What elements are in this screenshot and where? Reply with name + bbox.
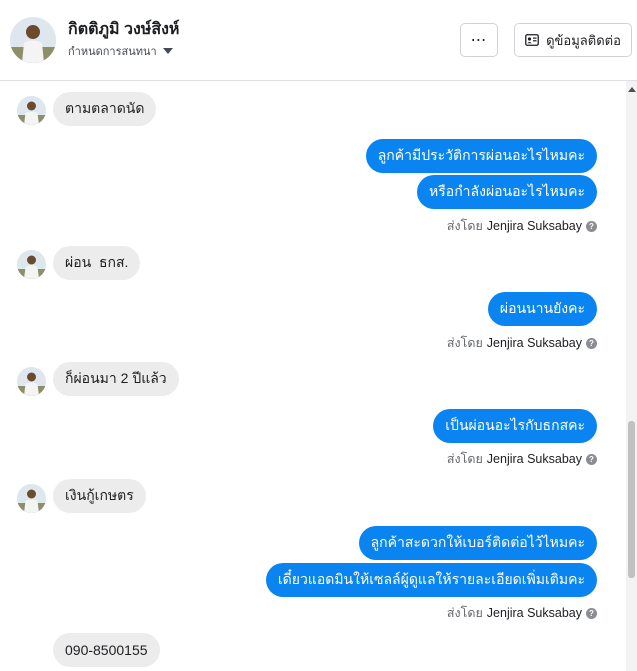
contact-avatar[interactable] (10, 17, 56, 63)
contact-avatar-small (17, 484, 46, 513)
help-icon[interactable]: ? (586, 453, 597, 465)
outgoing-message: เป็นผ่อนอะไรกับธกสคะ (433, 409, 597, 443)
view-contact-label: ดูข้อมูลติดต่อ (546, 32, 621, 48)
incoming-message: ก็ผ่อนมา 2 ปีแล้ว (53, 362, 179, 396)
help-icon[interactable]: ? (586, 220, 597, 232)
help-icon[interactable]: ? (586, 607, 597, 619)
incoming-message: เงินกู้เกษตร (53, 479, 146, 513)
sent-by-prefix: ส่งโดย (446, 606, 483, 620)
sent-by-agent: Jenjira Suksabay (486, 219, 582, 233)
conversation-header: กิตติภูมิ วงษ์สิงห์ กำหนดการสนทนา ⋯ ดูข้… (0, 0, 637, 81)
sent-by-label: ส่งโดย Jenjira Suksabay ? (447, 333, 597, 353)
outgoing-message: หรือกำลังผ่อนอะไรไหมคะ (417, 175, 597, 209)
incoming-message: ตามตลาดนัด (53, 92, 157, 126)
outgoing-message: เดี๋ยวแอดมินให้เซลล์ผู้ดูแลให้รายละเอียด… (265, 563, 597, 597)
sent-by-prefix: ส่งโดย (446, 336, 483, 350)
sent-by-agent: Jenjira Suksabay (486, 452, 582, 466)
contact-avatar-small (17, 250, 46, 279)
message-scrollbar[interactable] (626, 81, 637, 671)
sent-by-label: ส่งโดย Jenjira Suksabay ? (447, 449, 597, 469)
conversation-assignment-dropdown[interactable]: กำหนดการสนทนา (68, 42, 173, 60)
more-options-button[interactable]: ⋯ (460, 23, 498, 57)
caret-down-icon (162, 48, 173, 54)
sent-by-label: ส่งโดย Jenjira Suksabay ? (447, 216, 597, 236)
scroll-up-arrow-icon[interactable] (628, 87, 636, 92)
outgoing-message: ลูกค้ามีประวัติการผ่อนอะไรไหมคะ (365, 139, 597, 173)
sent-by-agent: Jenjira Suksabay (486, 606, 582, 620)
sent-by-prefix: ส่งโดย (446, 219, 483, 233)
outgoing-message: ลูกค้าสะดวกให้เบอร์ติดต่อไว้ไหมคะ (358, 526, 597, 560)
help-icon[interactable]: ? (586, 337, 597, 349)
contact-name: กิตติภูมิ วงษ์สิงห์ (68, 21, 180, 38)
outgoing-message: ผ่อนนานยังคะ (487, 292, 597, 326)
view-contact-button[interactable]: ดูข้อมูลติดต่อ (514, 23, 632, 57)
contact-avatar-small (17, 96, 46, 125)
scroll-thumb[interactable] (628, 421, 635, 578)
sent-by-label: ส่งโดย Jenjira Suksabay ? (447, 603, 597, 623)
sent-by-agent: Jenjira Suksabay (486, 336, 582, 350)
assignment-label: กำหนดการสนทนา (68, 46, 157, 58)
contact-avatar-small (17, 367, 46, 396)
contact-card-icon (525, 34, 539, 46)
incoming-message: ผ่อน ธกส. (53, 246, 141, 280)
incoming-message: 090-8500155 (53, 633, 160, 667)
more-icon: ⋯ (470, 32, 488, 49)
sent-by-prefix: ส่งโดย (446, 452, 483, 466)
